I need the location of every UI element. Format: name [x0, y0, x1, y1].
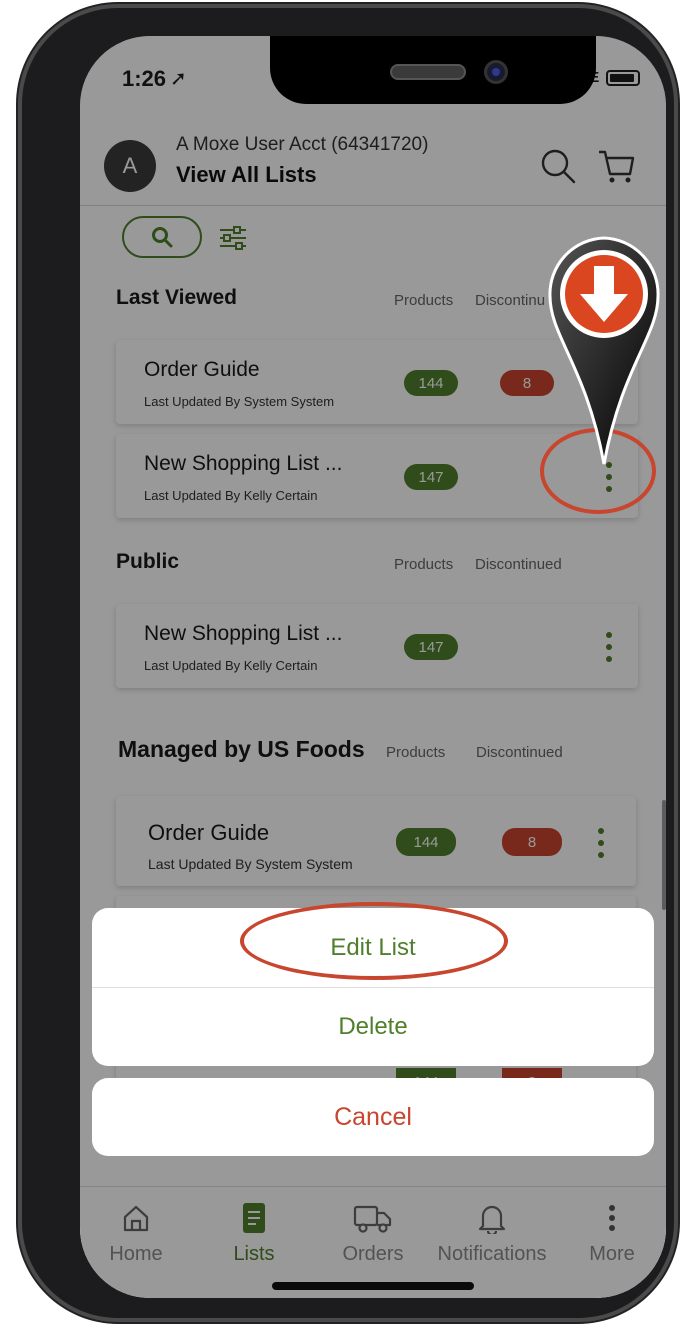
- cancel-sheet: Cancel: [92, 1078, 654, 1156]
- location-arrow-icon: ➚: [170, 68, 187, 90]
- phone-screen: 1:26 ➚ LTE A A Moxe User Acct (64341720)…: [80, 36, 666, 1298]
- download-pointer-icon: [548, 236, 660, 465]
- phone-frame: 1:26 ➚ LTE A A Moxe User Acct (64341720)…: [22, 8, 674, 1318]
- delete-button[interactable]: Delete: [92, 987, 654, 1066]
- highlight-ring-edit-list: [240, 902, 508, 980]
- cancel-button[interactable]: Cancel: [92, 1078, 654, 1156]
- notch: [270, 36, 596, 104]
- status-time: 1:26: [122, 66, 167, 91]
- battery-icon: [606, 70, 640, 86]
